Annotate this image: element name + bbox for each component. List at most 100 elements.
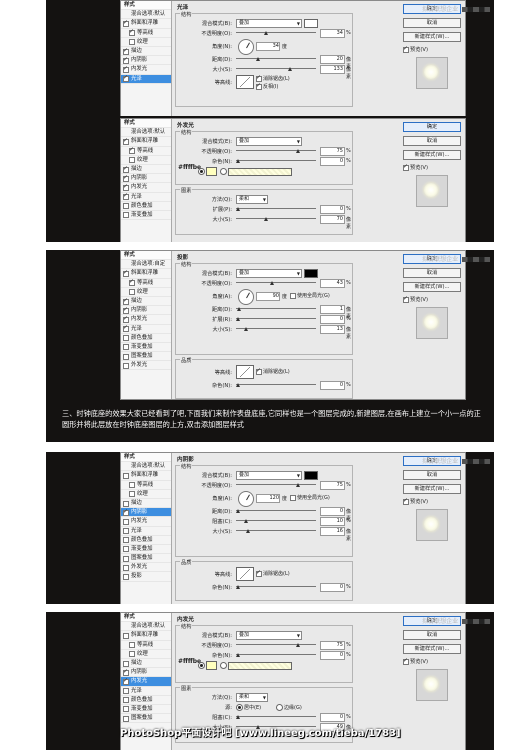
style-list-item[interactable]: 内阴影 xyxy=(121,668,171,678)
noise-input[interactable]: 0 xyxy=(320,381,345,390)
blend-mode-select[interactable]: 叠加 xyxy=(236,269,302,278)
distance-slider[interactable] xyxy=(236,509,316,513)
cancel-button[interactable]: 取消 xyxy=(403,470,461,480)
style-checkbox[interactable] xyxy=(123,472,129,479)
style-checkbox[interactable] xyxy=(123,706,129,713)
style-checkbox[interactable] xyxy=(123,555,129,562)
size-slider[interactable] xyxy=(236,217,316,221)
noise-slider[interactable] xyxy=(236,585,316,589)
cancel-button[interactable]: 取消 xyxy=(403,136,461,146)
contour-picker[interactable] xyxy=(236,75,254,89)
style-checkbox[interactable] xyxy=(123,660,129,667)
spread-slider[interactable] xyxy=(236,317,316,321)
spread-input[interactable]: 0 xyxy=(320,315,345,324)
choke-input[interactable]: 0 xyxy=(320,713,345,722)
style-list-item[interactable]: 内发光 xyxy=(121,315,171,325)
color-swatch[interactable] xyxy=(304,269,318,278)
style-list-item[interactable]: 内发光 xyxy=(121,183,171,193)
style-list-item[interactable]: 纹理 xyxy=(121,38,171,47)
angle-input[interactable]: 90 xyxy=(256,292,280,301)
size-input[interactable]: 133 xyxy=(320,65,345,74)
style-checkbox[interactable] xyxy=(123,174,129,182)
distance-slider[interactable] xyxy=(236,57,316,61)
choke-slider[interactable] xyxy=(236,519,316,523)
opacity-slider[interactable] xyxy=(236,281,316,285)
size-slider[interactable] xyxy=(236,327,316,331)
source-edge-radio[interactable] xyxy=(276,704,283,711)
style-checkbox[interactable] xyxy=(129,482,135,489)
style-list-item[interactable]: 光泽 xyxy=(121,74,171,84)
style-checkbox[interactable] xyxy=(123,183,129,191)
style-list-item[interactable]: 样式 xyxy=(121,119,171,129)
style-checkbox[interactable] xyxy=(123,335,129,342)
new-style-button[interactable]: 新建样式(W)... xyxy=(403,32,461,42)
style-list-item[interactable]: 图案叠加 xyxy=(121,554,171,564)
style-checkbox[interactable] xyxy=(123,528,129,535)
style-list-item[interactable]: 混合选项:自定 xyxy=(121,260,171,270)
style-checkbox[interactable] xyxy=(123,668,129,676)
gradient-picker[interactable] xyxy=(228,168,292,176)
style-list-item[interactable]: 渐变叠加 xyxy=(121,705,171,715)
style-checkbox[interactable] xyxy=(123,677,129,685)
gradient-radio[interactable] xyxy=(220,168,227,175)
style-checkbox[interactable] xyxy=(123,165,129,173)
opacity-slider[interactable] xyxy=(236,149,316,153)
distance-input[interactable]: 1 xyxy=(320,305,345,314)
style-list-item[interactable]: 混合选项:默认 xyxy=(121,462,171,472)
style-list-item[interactable]: 等高线 xyxy=(121,278,171,288)
cancel-button[interactable]: 取消 xyxy=(403,268,461,278)
style-checkbox[interactable] xyxy=(123,212,129,219)
style-checkbox[interactable] xyxy=(123,688,129,695)
style-checkbox[interactable] xyxy=(123,353,129,360)
gradient-radio[interactable] xyxy=(220,662,227,669)
opacity-input[interactable]: 34 xyxy=(320,29,345,38)
contour-picker[interactable] xyxy=(236,567,254,581)
spread-slider[interactable] xyxy=(236,207,316,211)
style-list-item[interactable]: 等高线 xyxy=(121,28,171,38)
style-list-item[interactable]: 混合选项:默认 xyxy=(121,622,171,632)
style-list-item[interactable]: 描边 xyxy=(121,165,171,175)
style-list-item[interactable]: 外发光 xyxy=(121,563,171,573)
color-swatch[interactable] xyxy=(304,19,318,28)
opacity-slider[interactable] xyxy=(236,31,316,35)
distance-slider[interactable] xyxy=(236,307,316,311)
opacity-slider[interactable] xyxy=(236,643,316,647)
noise-input[interactable]: 0 xyxy=(320,651,345,660)
style-checkbox[interactable] xyxy=(123,362,129,369)
angle-dial[interactable] xyxy=(238,39,254,55)
style-checkbox[interactable] xyxy=(123,564,129,571)
style-list-item[interactable]: 等高线 xyxy=(121,481,171,490)
style-checkbox[interactable] xyxy=(129,146,135,154)
ok-button[interactable]: 确定 xyxy=(403,122,461,132)
style-list-item[interactable]: 描边 xyxy=(121,297,171,307)
style-checkbox[interactable] xyxy=(123,500,129,507)
opacity-input[interactable]: 43 xyxy=(320,279,345,288)
style-list-item[interactable]: 颜色叠加 xyxy=(121,696,171,705)
opacity-input[interactable]: 75 xyxy=(320,147,345,156)
blend-mode-select[interactable]: 叠加 xyxy=(236,137,302,146)
glow-color-swatch[interactable] xyxy=(206,167,217,176)
style-checkbox[interactable] xyxy=(123,324,129,332)
style-list-item[interactable]: 样式 xyxy=(121,453,171,463)
style-list-item[interactable]: 内阴影 xyxy=(121,306,171,316)
style-list-item[interactable]: 内发光 xyxy=(121,65,171,75)
style-list-item[interactable]: 投影 xyxy=(121,572,171,582)
color-radio[interactable] xyxy=(198,662,205,669)
style-list-item[interactable]: 光泽 xyxy=(121,687,171,696)
spread-input[interactable]: 0 xyxy=(320,205,345,214)
method-select[interactable]: 柔和 xyxy=(236,195,268,204)
style-list-item[interactable]: 颜色叠加 xyxy=(121,334,171,343)
size-input[interactable]: 70 xyxy=(320,215,345,224)
style-checkbox[interactable] xyxy=(123,47,129,55)
invert-checkbox[interactable]: 反相(I) xyxy=(256,82,278,90)
color-radio[interactable] xyxy=(198,168,205,175)
style-list-item[interactable]: 图案叠加 xyxy=(121,714,171,724)
style-list-item[interactable]: 内发光 xyxy=(121,517,171,527)
style-list-item[interactable]: 样式 xyxy=(121,613,171,623)
style-checkbox[interactable] xyxy=(123,344,129,351)
style-checkbox[interactable] xyxy=(123,518,129,525)
style-checkbox[interactable] xyxy=(129,491,135,498)
style-list-item[interactable]: 纹理 xyxy=(121,156,171,165)
style-list-item[interactable]: 内阴影 xyxy=(121,508,171,518)
preview-checkbox[interactable]: 预览(V) xyxy=(403,45,461,53)
